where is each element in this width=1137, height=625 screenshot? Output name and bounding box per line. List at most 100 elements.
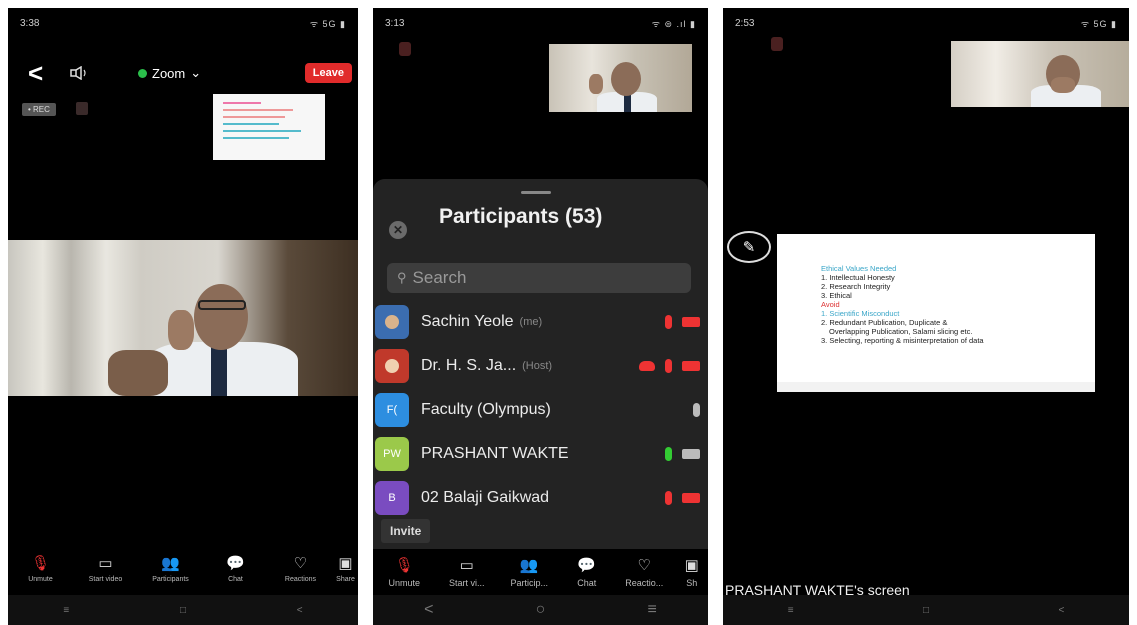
slide-item: 2. Redundant Publication, Duplicate & [821,318,948,327]
chat-button[interactable]: 💬 Chat [206,555,266,584]
share-icon: ▣ [338,555,353,572]
status-icons: ᯤ 5G ▮ [309,18,346,29]
reactions-button[interactable]: ♡ Reactio... [619,557,669,589]
invite-button[interactable]: Invite [381,519,431,543]
status-time: 3:38 [20,17,40,29]
mic-muted-icon [665,359,672,373]
meeting-title-dropdown[interactable]: Zoom ⌄ [138,65,201,81]
video-off-icon [682,317,700,327]
participant-name: Faculty (Olympus) [421,401,551,418]
slide-item: 1. Scientific Misconduct [821,309,900,318]
slide-item: 1. Intellectual Honesty [821,273,895,282]
mic-icon [693,403,700,417]
participant-name: 02 Balaji Gaikwad [421,489,550,506]
mic-active-icon [665,447,672,461]
shared-slide: Ethical Values Needed 1. Intellectual Ho… [777,234,1095,392]
participant-row[interactable]: B 02 Balaji Gaikwad [373,476,708,520]
participants-button[interactable]: 👥 Particip... [504,557,554,589]
system-back-button[interactable]: < [1058,605,1064,616]
unmute-button[interactable]: 🎙 Unmute [379,557,429,589]
annotate-pencil-icon[interactable]: ✎ [727,231,771,263]
muted-mic-icon [399,42,411,56]
meeting-toolbar: 🎙 Unmute ▭ Start video 👥 Participants 💬 Chat… [8,543,358,587]
participant-role: (Host) [522,360,553,372]
search-placeholder: Search [412,268,467,287]
heart-icon: ♡ [637,557,651,574]
back-button[interactable]: < [28,60,58,86]
slide-item: 3. Selecting, reporting & misinterpretat… [821,336,984,345]
participants-icon: 👥 [519,557,539,574]
avatar: PW [375,437,409,471]
avatar: B [375,481,409,515]
slide-item: Overlapping Publication, Salami slicing … [829,327,973,336]
muted-mic-icon [771,37,783,51]
participants-panel: ✕ Participants (53) ⚲ Search Sachin Yeol… [373,179,708,549]
video-camera-icon: ▭ [98,555,113,572]
recents-button[interactable]: ≡ [648,601,657,619]
video-thumbnail[interactable] [951,41,1129,107]
heart-icon: ♡ [293,555,308,572]
system-nav-bar: ≡ □ < [723,595,1129,625]
participant-role: (me) [519,316,543,328]
phone-screen-zoom-meeting: 3:38 ᯤ 5G ▮ < Zoom ⌄ Leave • REC 🎙 Unmute… [8,8,358,625]
recents-button[interactable]: ≡ [63,605,69,616]
status-time: 3:13 [385,17,405,29]
chat-icon: 💬 [226,555,245,572]
status-icons: ᯤ 5G ▮ [1080,18,1117,29]
drag-handle[interactable] [521,191,551,194]
home-button[interactable]: □ [180,605,186,616]
system-nav-bar: ≡ □ < [8,595,358,625]
search-input[interactable]: ⚲ Search [387,263,691,293]
reactions-button[interactable]: ♡ Reactions [271,555,331,584]
avatar [375,305,409,339]
participant-row[interactable]: Dr. H. S. Ja... (Host) [373,344,708,388]
phone-screen-shared-slide: 2:53 ᯤ 5G ▮ ✎ Ethical Values Needed 1. I… [723,8,1129,625]
share-button[interactable]: ▣ Sh [682,557,702,589]
participant-row[interactable]: F( Faculty (Olympus) [373,388,708,432]
avatar [375,349,409,383]
meeting-top-bar: < Zoom ⌄ Leave [28,60,352,86]
system-back-button[interactable]: < [297,605,303,616]
system-nav-bar: < ○ ≡ [373,595,708,625]
participant-list: Sachin Yeole (me) Dr. H. S. Ja... (Host)… [373,300,708,520]
participant-row[interactable]: Sachin Yeole (me) [373,300,708,344]
share-icon: ▣ [684,557,699,574]
chevron-down-icon: ⌄ [190,65,202,80]
speaker-icon[interactable] [70,66,90,80]
status-bar: 3:38 ᯤ 5G ▮ [8,8,358,38]
meeting-toolbar: 🎙 Unmute ▭ Start vi... 👥 Particip... 💬 Chat … [373,548,708,592]
share-button[interactable]: ▣ Share [336,555,356,584]
participants-button[interactable]: 👥 Participants [141,556,201,584]
system-back-button[interactable]: < [424,601,433,619]
chat-button[interactable]: 💬 Chat [567,557,607,589]
mic-muted-icon [665,491,672,505]
recents-button[interactable]: ≡ [788,605,794,616]
start-video-button[interactable]: ▭ Start vi... [442,557,492,589]
chat-icon: 💬 [577,557,597,574]
status-time: 2:53 [735,17,755,29]
home-button[interactable]: □ [923,605,929,616]
start-video-button[interactable]: ▭ Start video [76,555,136,584]
avatar: F( [375,393,409,427]
slide-avoid-heading: Avoid [821,300,840,309]
close-icon[interactable]: ✕ [389,221,407,239]
slide-item: 3. Ethical [821,291,852,300]
video-off-icon [682,493,700,503]
cloud-recording-icon [639,361,655,371]
glasses [198,300,246,310]
active-speaker-video[interactable] [8,240,358,396]
video-off-icon [682,361,700,371]
meeting-title: Zoom [152,65,186,81]
muted-mic-icon [76,102,88,115]
participant-name: PRASHANT WAKTE [421,445,569,462]
shared-screen-thumbnail[interactable] [213,94,325,160]
panel-title: Participants (53) [439,205,603,228]
video-camera-icon: ▭ [459,557,474,574]
participant-row[interactable]: PW PRASHANT WAKTE [373,432,708,476]
video-thumbnail[interactable] [549,44,692,112]
home-button[interactable]: ○ [536,601,546,619]
unmute-button[interactable]: 🎙 Unmute [11,556,71,584]
leave-button[interactable]: Leave [304,63,352,83]
mic-muted-icon: 🎙 [394,557,414,574]
secure-shield-icon [138,68,147,78]
